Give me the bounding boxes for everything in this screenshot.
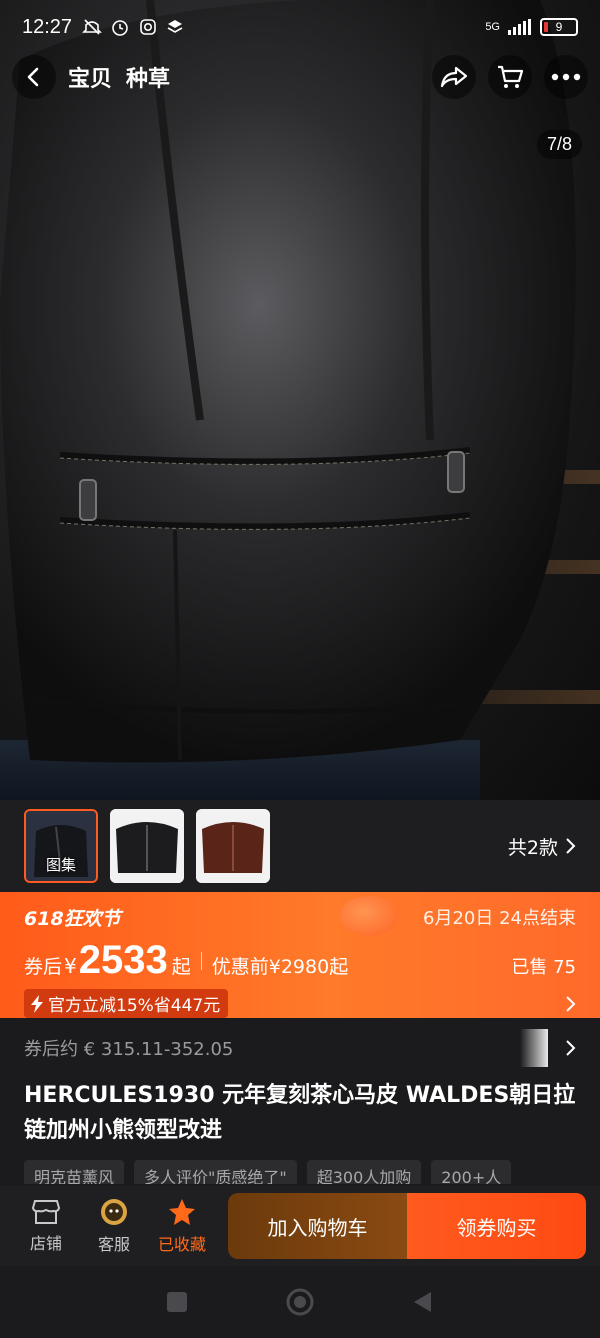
jacket-thumbnail bbox=[196, 809, 270, 883]
album-label: 图集 bbox=[45, 856, 76, 874]
add-to-cart-button[interactable]: 加入购物车 bbox=[228, 1193, 407, 1259]
tab-item[interactable]: 宝贝 bbox=[68, 61, 112, 93]
triangle-icon[interactable] bbox=[411, 1290, 435, 1314]
favorite-button[interactable]: 已收藏 bbox=[148, 1197, 216, 1255]
service-label: 客服 bbox=[97, 1235, 130, 1254]
service-button[interactable]: 客服 bbox=[80, 1197, 148, 1255]
product-title: HERCULES1930 元年复刻茶心马皮 WALDES朝日拉链加州小熊领型改进 bbox=[24, 1083, 576, 1143]
converted-price-row[interactable]: 券后约 € 315.11-352.05 bbox=[24, 1018, 576, 1078]
thumbnail-variant-black[interactable] bbox=[110, 809, 184, 883]
cart-icon bbox=[498, 65, 524, 88]
variant-thumbnails: 图集 共2款 bbox=[0, 800, 600, 892]
alarm-icon bbox=[112, 20, 128, 36]
system-navigation bbox=[0, 1266, 600, 1338]
network-label: 5G bbox=[485, 20, 500, 33]
action-bar: 店铺 客服 已收藏 加入购物车 领券购买 bbox=[0, 1186, 600, 1266]
currency-symbol: ¥ bbox=[64, 954, 77, 978]
original-price: 优惠前¥2980起 bbox=[211, 956, 349, 978]
status-right: 5G 9 bbox=[485, 18, 578, 36]
more-button[interactable] bbox=[544, 55, 588, 99]
lantern-decoration bbox=[340, 896, 398, 936]
product-info: 券后约 € 315.11-352.05 HERCULES1930 元年复刻茶心马… bbox=[0, 1018, 600, 1186]
jacket-thumbnail bbox=[110, 809, 184, 883]
back-icon bbox=[27, 67, 39, 87]
cart-button[interactable] bbox=[488, 55, 532, 99]
tag-item[interactable]: 多人评价"质感绝了" bbox=[134, 1160, 297, 1184]
tag-item[interactable]: 明克苗薰风 bbox=[24, 1160, 125, 1184]
divider bbox=[200, 951, 202, 970]
tag-list: 明克苗薰风 多人评价"质感绝了" 超300人加购 200+人 bbox=[24, 1160, 576, 1184]
product-image[interactable] bbox=[0, 0, 600, 800]
promo-end-time: 6月20日 24点结束 bbox=[423, 908, 576, 929]
store-label: 店铺 bbox=[29, 1234, 62, 1253]
nav-actions bbox=[432, 55, 588, 99]
after-coupon-label: 券后 bbox=[24, 956, 63, 978]
price-value: 2533 bbox=[78, 938, 168, 982]
thumbnail-variant-brown[interactable] bbox=[196, 809, 270, 883]
price-suffix: 起 bbox=[171, 956, 191, 978]
tab-recommend[interactable]: 种草 bbox=[126, 61, 170, 93]
circle-icon[interactable] bbox=[285, 1287, 315, 1317]
official-discount-label: 官方立减15%省447元 bbox=[48, 996, 221, 1016]
leather-jacket-photo bbox=[0, 0, 576, 800]
chevron-right-icon bbox=[566, 1040, 576, 1056]
variants-link[interactable]: 共2款 bbox=[508, 833, 576, 860]
product-detail-page: { "status_bar": { "time": "12:27", "netw… bbox=[0, 0, 600, 1338]
purchase-buttons: 加入购物车 领券购买 bbox=[228, 1193, 586, 1259]
buy-with-coupon-button[interactable]: 领券购买 bbox=[407, 1193, 586, 1259]
promo-banner: 618狂欢节 6月20日 24点结束 券后 ¥ 2533 起 优惠前¥2980起… bbox=[0, 892, 600, 1018]
service-icon bbox=[101, 1199, 127, 1225]
tag-item[interactable]: 超300人加购 bbox=[306, 1160, 422, 1184]
image-counter: 7/8 bbox=[536, 130, 582, 159]
battery-indicator: 9 bbox=[540, 18, 578, 36]
variants-label: 共2款 bbox=[507, 836, 558, 859]
favorite-label: 已收藏 bbox=[157, 1235, 206, 1254]
thumbnail-album[interactable]: 图集 bbox=[24, 809, 98, 883]
share-icon bbox=[440, 66, 468, 88]
store-button[interactable]: 店铺 bbox=[12, 1198, 80, 1254]
status-time: 12:27 bbox=[22, 15, 73, 38]
star-icon bbox=[169, 1199, 195, 1225]
status-bar: 12:27 5G 9 bbox=[0, 0, 600, 54]
mute-icon bbox=[82, 19, 102, 35]
festival-label: 618狂欢节 bbox=[24, 907, 121, 930]
square-icon[interactable] bbox=[165, 1290, 189, 1314]
official-discount-badge[interactable]: 官方立减15%省447元 bbox=[24, 989, 229, 1018]
signal-icon bbox=[508, 19, 531, 35]
back-button[interactable] bbox=[12, 55, 56, 99]
layers-icon bbox=[167, 20, 183, 33]
nav-tabs: 宝贝 种草 bbox=[68, 61, 170, 93]
share-button[interactable] bbox=[432, 55, 476, 99]
instagram-icon bbox=[140, 19, 156, 35]
battery-level: 9 bbox=[555, 20, 563, 34]
chevron-right-icon[interactable] bbox=[564, 995, 576, 1013]
lightning-icon bbox=[31, 994, 43, 1013]
converted-price: 券后约 € 315.11-352.05 bbox=[24, 1039, 234, 1060]
top-nav: 宝贝 种草 bbox=[0, 54, 600, 100]
gradient-swatch bbox=[520, 1029, 548, 1067]
sold-count: 已售 75 bbox=[511, 957, 576, 978]
store-icon bbox=[31, 1200, 61, 1224]
chevron-right-icon bbox=[566, 838, 576, 854]
tag-item[interactable]: 200+人 bbox=[431, 1160, 512, 1184]
status-icons bbox=[82, 17, 184, 37]
more-icon bbox=[551, 73, 581, 81]
